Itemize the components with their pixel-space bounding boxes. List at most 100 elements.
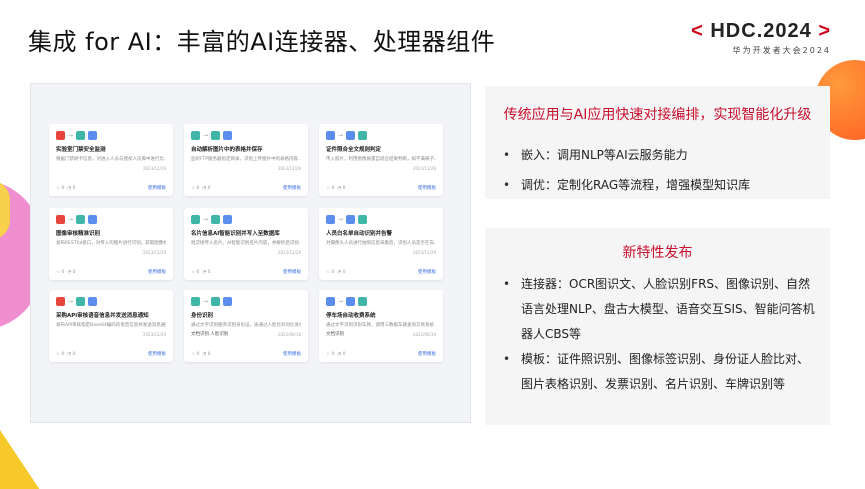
card-stats: ☆ 0 ◔ 0 (326, 186, 345, 191)
source-connector-icon (56, 214, 65, 224)
view-icon: ◔ (202, 352, 207, 357)
like-count: 0 (331, 186, 335, 191)
ai-connector-icon (76, 130, 86, 140)
card-title: 身份识别 (191, 313, 214, 319)
template-card[interactable]: → 证件照合全文规则判定 传入照片，利用图像质量自适应结果判断，如不满眼子、人...… (319, 124, 443, 196)
arrow-right-icon: → (338, 131, 344, 139)
card-description: 对摄像头人员进行拍照信息采集后，识别人员是否在白... (326, 241, 436, 246)
connector-icons: → (326, 213, 436, 225)
card-stats: ☆ 0 ◔ 0 (56, 270, 75, 275)
card-stats: ☆ 0 ◔ 0 (56, 352, 75, 357)
card-tag: 文档识别 (326, 332, 344, 337)
use-template-link[interactable]: 使用模板 (283, 185, 301, 191)
view-count: 0 (342, 186, 346, 191)
logo-bracket-left: < (691, 20, 704, 42)
yellow-triangle-decoration (0, 430, 40, 489)
source-connector-icon (191, 296, 200, 306)
target-connector-icon (358, 214, 368, 224)
arrow-right-icon: → (203, 297, 209, 305)
slide-title: 集成 for AI：丰富的AI连接器、处理器组件 (28, 28, 496, 56)
target-connector-icon (88, 214, 98, 224)
view-icon: ◔ (67, 352, 72, 357)
use-template-link[interactable]: 使用模板 (148, 185, 166, 191)
view-icon: ◔ (202, 270, 207, 275)
use-template-link[interactable]: 使用模板 (148, 351, 166, 357)
card-description: 批次接传入名片，AI智能识别名片内容，并解析后识别... (191, 241, 301, 246)
card-title: 自动解析图片中的表格并保存 (191, 147, 263, 153)
like-icon: ☆ (56, 270, 61, 275)
use-template-link[interactable]: 使用模板 (418, 351, 436, 357)
use-template-link[interactable]: 使用模板 (283, 351, 301, 357)
target-connector-icon (223, 214, 233, 224)
ai-connector-icon (211, 214, 221, 224)
template-card[interactable]: → 身份识别 通过文字识别服务识别身份证，再通过人脸比对对比身份... 文档识别 人脸… (184, 290, 308, 362)
like-icon: ☆ (326, 352, 331, 357)
card-description: 传入照片，利用图像质量自适应结果判断，如不满眼子、人... (326, 157, 436, 162)
like-count: 0 (331, 270, 335, 275)
features-heading: 新特性发布 (622, 245, 693, 261)
use-template-link[interactable]: 使用模板 (418, 185, 436, 191)
like-icon: ☆ (56, 352, 61, 357)
card-stats: ☆ 0 ◔ 0 (326, 270, 345, 275)
connector-icons: → (56, 295, 166, 307)
card-date: 2023/12/29 (142, 250, 166, 255)
card-description: 通过文字识别服务识别身份证，再通过人脸比对对比身份... (191, 323, 301, 328)
source-connector-icon (191, 130, 200, 140)
view-count: 0 (207, 186, 211, 191)
card-stats: ☆ 0 ◔ 0 (191, 352, 210, 357)
view-icon: ◔ (337, 352, 342, 357)
template-card[interactable]: → 名片信息AI智能识别并写入至数据库批次接传入名片，AI智能识别名片内容，并解析… (184, 208, 308, 280)
template-gallery-screenshot: → 实验室门禁安全监测 根据门禁刷卡信息，对进入人员与授权人员库中进行比... 202… (30, 83, 471, 423)
arrow-right-icon: → (338, 215, 344, 223)
card-description: 通过文字识别识别车牌，调用三数据车辆查询交易系统... (326, 323, 436, 328)
card-title: 采购APi审核语音信息并发送消息通知 (56, 313, 149, 319)
use-template-link[interactable]: 使用模板 (418, 269, 436, 275)
hdc-logo: < HDC.2024 > 华为开发者大会2024 (691, 20, 831, 56)
connector-icons: → (191, 295, 301, 307)
connector-icons: → (191, 213, 301, 225)
ai-connector-icon (211, 296, 221, 306)
template-card[interactable]: → 人员白名单自动识别并告警 对摄像头人员进行拍照信息采集后，识别人员是否在白...… (319, 208, 443, 280)
source-connector-icon (191, 214, 200, 224)
arrow-right-icon: → (203, 131, 209, 139)
source-connector-icon (56, 130, 65, 140)
ai-connector-icon (346, 130, 356, 140)
ai-connector-icon (346, 296, 356, 306)
view-count: 0 (72, 352, 76, 357)
card-date: 2023/12/29 (277, 250, 301, 255)
view-count: 0 (207, 270, 211, 275)
view-count: 0 (72, 186, 76, 191)
card-stats: ☆ 0 ◔ 0 (191, 270, 210, 275)
card-title: 实验室门禁安全监测 (56, 147, 106, 153)
view-icon: ◔ (337, 186, 342, 191)
source-connector-icon (326, 130, 335, 140)
card-title: 名片信息AI智能识别并写入至数据库 (191, 231, 280, 237)
template-card[interactable]: → 图像审核精准识别 发布RESTful接口，对传入的图片进行识别，获取图像标...… (49, 208, 173, 280)
like-icon: ☆ (191, 352, 196, 357)
target-connector-icon (88, 130, 98, 140)
use-template-link[interactable]: 使用模板 (283, 269, 301, 275)
template-card[interactable]: → 实验室门禁安全监测 根据门禁刷卡信息，对进入人员与授权人员库中进行比... 202… (49, 124, 173, 196)
like-icon: ☆ (56, 186, 61, 191)
ai-connector-icon (76, 296, 86, 306)
card-date: 2023/12/29 (412, 166, 436, 171)
like-count: 0 (61, 186, 65, 191)
template-card[interactable]: → 采购APi审核语音信息并发送消息通知 发布API审核指定Base64编码的语音信… (49, 290, 173, 362)
arrow-right-icon: → (203, 215, 209, 223)
connector-icons: → (56, 213, 166, 225)
template-card[interactable]: → 停车场自动收费系统 通过文字识别识别车牌，调用三数据车辆查询交易系统... 文档识… (319, 290, 443, 362)
summary-panel: 传统应用与AI应用快速对接编排，实现智能化升级 嵌入：调用NLP等AI云服务能力… (485, 86, 830, 200)
target-connector-icon (358, 130, 368, 140)
card-stats: ☆ 0 ◔ 0 (56, 186, 75, 191)
like-count: 0 (331, 352, 335, 357)
template-card[interactable]: → 自动解析图片中的表格并保存 监听FTP服务器指定目录，识别上传图片中的表格内容.… (184, 124, 308, 196)
like-count: 0 (61, 270, 65, 275)
bullet-connectors: 连接器：OCR图识文、人脸识别FRS、图像识别、自然语言处理NLP、盘古大模型、… (503, 272, 816, 347)
use-template-link[interactable]: 使用模板 (148, 269, 166, 275)
source-connector-icon (56, 296, 65, 306)
target-connector-icon (358, 296, 368, 306)
card-title: 停车场自动收费系统 (326, 313, 376, 319)
view-count: 0 (207, 352, 211, 357)
like-count: 0 (61, 352, 65, 357)
view-count: 0 (342, 352, 346, 357)
